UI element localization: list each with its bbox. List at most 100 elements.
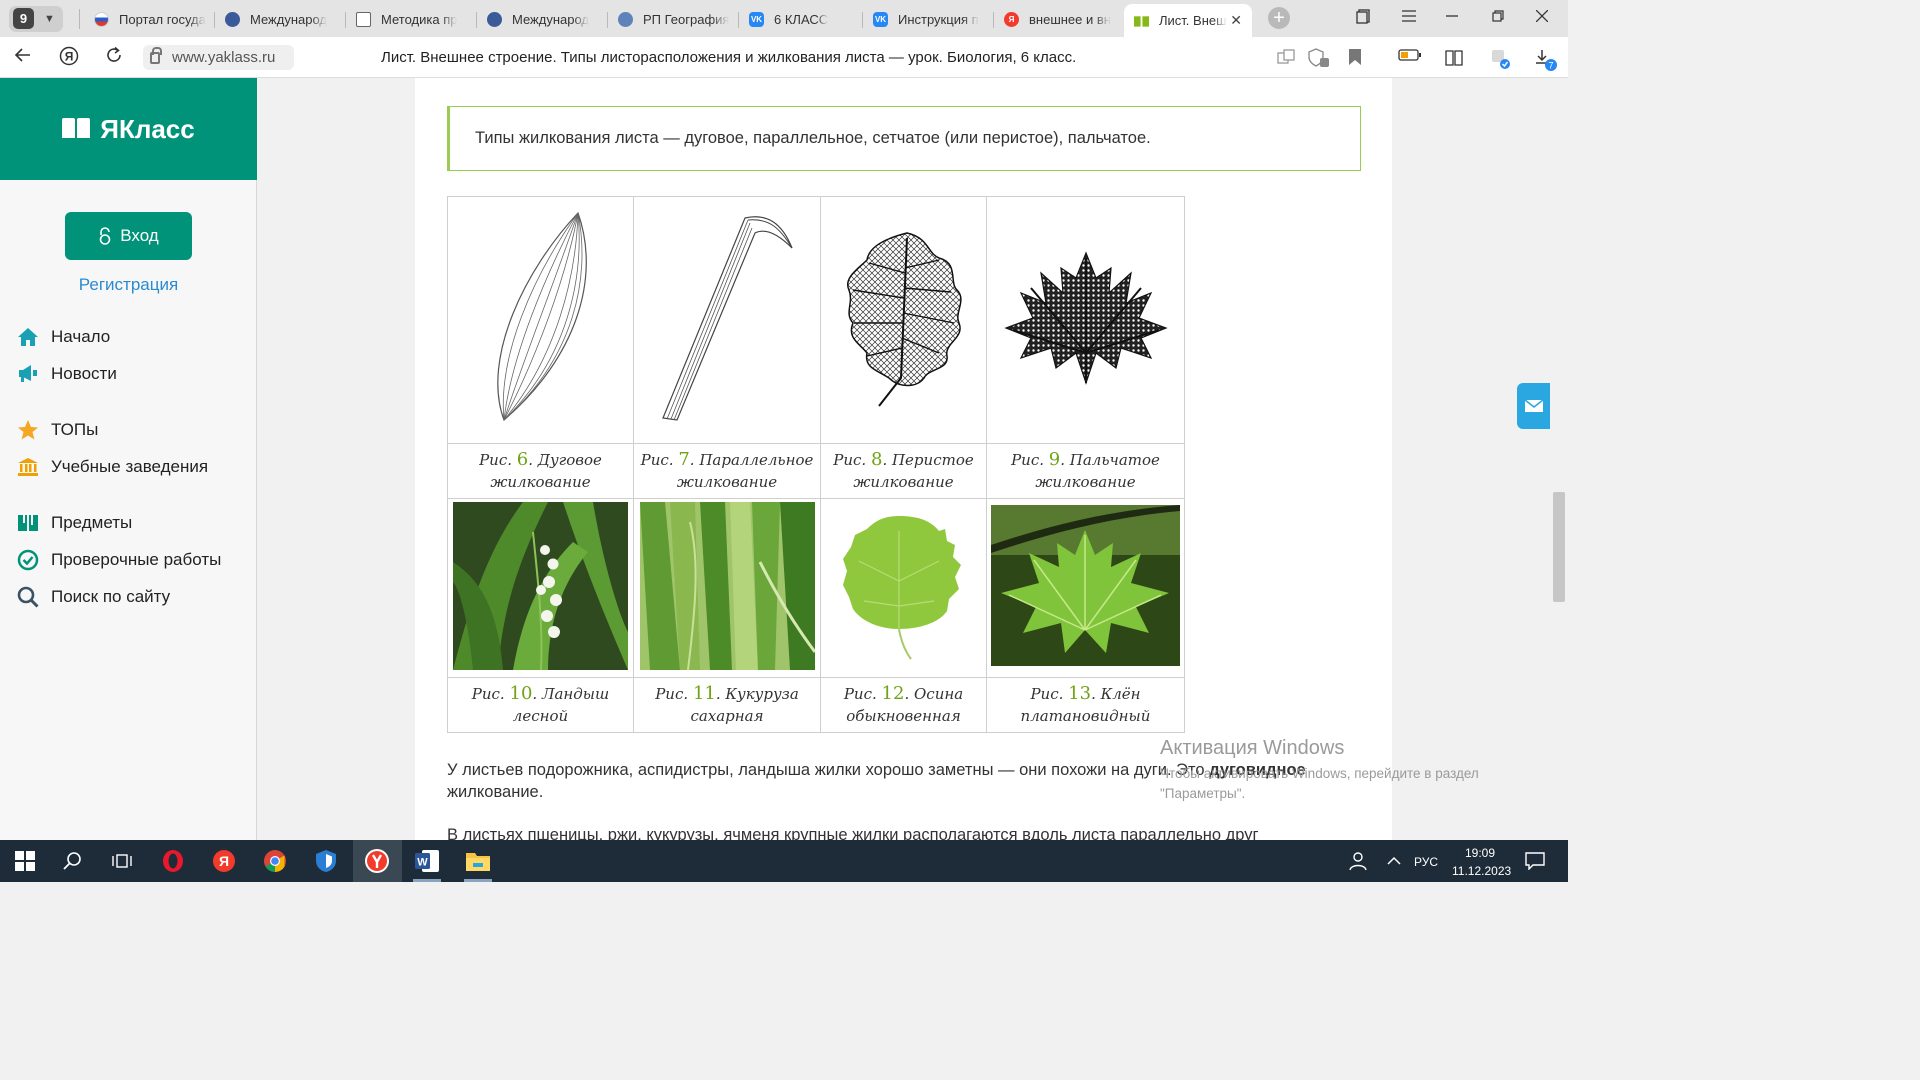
defender-shield-icon[interactable] — [313, 848, 339, 874]
photo-lily-of-the-valley — [447, 498, 634, 678]
opera-icon[interactable] — [160, 848, 186, 874]
palmate-leaf-drawing — [1003, 250, 1168, 385]
yandex-browser-icon[interactable]: Я — [211, 848, 237, 874]
tab-label: Лист. Внеш — [1159, 13, 1227, 28]
page-scrollbar[interactable] — [1550, 78, 1568, 840]
vk-favicon-icon: VK — [873, 12, 888, 27]
lily-photo-image — [453, 501, 628, 670]
yaklass-favicon-icon — [1134, 13, 1149, 28]
menu-item-tests[interactable]: Проверочные работы — [17, 549, 221, 571]
browser-tab[interactable]: VK Инструкция п — [863, 4, 994, 35]
menu-item-home[interactable]: Начало — [17, 326, 110, 348]
extension-icon[interactable] — [1490, 48, 1510, 69]
battery-icon[interactable] — [1398, 48, 1421, 66]
browser-tab-bar: 9 ▼ Портал госуда Международ Методика пр… — [0, 0, 1568, 37]
definition-callout: Типы жилкования листа — дуговое, паралле… — [447, 106, 1361, 171]
tab-counter-button[interactable]: 9 ▼ — [9, 5, 63, 32]
restore-button[interactable] — [1492, 9, 1504, 26]
tab-label: Портал госуда — [119, 12, 206, 27]
tab-label: Инструкция п — [898, 12, 979, 27]
login-button[interactable]: Вход — [65, 212, 192, 260]
menu-item-subjects[interactable]: Предметы — [17, 512, 132, 534]
tab-label: внешнее и вн — [1029, 12, 1111, 27]
windows-start-icon[interactable] — [12, 848, 38, 874]
url-field[interactable]: www.yaklass.ru — [143, 45, 294, 70]
bookmark-icon[interactable] — [1348, 48, 1366, 66]
notifications-icon[interactable] — [1522, 848, 1548, 874]
svg-text:Я: Я — [65, 50, 74, 64]
browser-tab[interactable]: РП География — [608, 4, 739, 35]
figure-caption: Рис. 11. Кукуруза сахарная — [633, 677, 821, 733]
clock-time[interactable]: 19:09 — [1465, 846, 1495, 860]
main-content-area: Типы жилкования листа — дуговое, паралле… — [257, 78, 1550, 840]
close-tab-icon[interactable]: ✕ — [1230, 12, 1242, 29]
browser-tab[interactable]: VK 6 КЛАСС — [739, 4, 863, 35]
tab-label: 6 КЛАСС — [774, 12, 829, 27]
collections-icon[interactable] — [1356, 9, 1371, 28]
feedback-mail-button[interactable] — [1517, 383, 1551, 429]
menu-label: Поиск по сайту — [51, 587, 171, 606]
reload-icon[interactable] — [105, 46, 123, 69]
back-arrow-icon[interactable] — [14, 46, 32, 69]
yandex-app-icon[interactable] — [364, 848, 390, 874]
pinnate-leaf-drawing — [846, 231, 962, 407]
chrome-icon[interactable] — [262, 848, 288, 874]
tab-label: Международ — [250, 12, 328, 27]
shield-icon[interactable] — [1308, 48, 1329, 67]
menu-item-tops[interactable]: ТОПы — [17, 419, 98, 441]
photo-aspen-leaf — [820, 498, 987, 678]
figure-caption: Рис. 7. Параллельное жилкование — [633, 443, 821, 499]
browser-tab[interactable]: Портал госуда — [84, 4, 215, 35]
word-icon[interactable]: W — [414, 848, 440, 874]
input-language[interactable]: РУС — [1414, 855, 1438, 869]
clock-date[interactable]: 11.12.2023 — [1452, 864, 1511, 878]
menu-icon[interactable] — [1402, 9, 1416, 26]
chevron-up-icon[interactable] — [1381, 848, 1407, 874]
book-logo-icon — [62, 118, 92, 140]
browser-tab-active[interactable]: Лист. Внеш ✕ — [1124, 4, 1252, 37]
menu-item-news[interactable]: Новости — [17, 363, 117, 385]
home-icon — [17, 326, 39, 348]
figure-caption: Рис. 9. Пальчатое жилкование — [986, 443, 1185, 499]
new-tab-button[interactable]: + — [1268, 7, 1290, 29]
corn-photo-image — [639, 501, 816, 670]
file-explorer-icon[interactable] — [465, 848, 491, 874]
translate-icon[interactable] — [1277, 48, 1295, 66]
browser-tab[interactable]: Методика пр — [346, 4, 477, 35]
menu-item-schools[interactable]: Учебные заведения — [17, 456, 208, 478]
site-logo[interactable]: ЯКласс — [0, 78, 257, 180]
yandex-logo-icon[interactable]: Я — [59, 46, 79, 71]
news-icon — [17, 363, 39, 385]
minimize-button[interactable] — [1446, 9, 1458, 26]
search-icon — [17, 586, 39, 608]
search-icon[interactable] — [60, 848, 86, 874]
menu-label: Начало — [51, 327, 111, 346]
tab-count: 9 — [13, 8, 34, 29]
watermark-text: Чтобы активировать Windows, перейдите в … — [1160, 766, 1479, 801]
register-link[interactable]: Регистрация — [0, 275, 257, 295]
downloads-badge: 7 — [1548, 61, 1553, 71]
browser-tab[interactable]: Я внешнее и вн — [994, 4, 1125, 35]
people-icon[interactable] — [1345, 848, 1371, 874]
task-view-icon[interactable] — [109, 848, 135, 874]
photo-norway-maple — [986, 498, 1185, 678]
windows-activation-watermark: Активация Windows Чтобы активировать Win… — [1160, 737, 1520, 804]
figure-caption: Рис. 10. Ландыш лесной — [447, 677, 634, 733]
browser-tab[interactable]: Международ — [477, 4, 608, 35]
svg-text:W: W — [417, 857, 428, 869]
running-indicator — [413, 879, 441, 882]
document-favicon-icon — [356, 12, 371, 27]
windows-taskbar: Я W РУС 19:09 11.12.2023 — [0, 840, 1568, 882]
book-icon — [17, 512, 39, 534]
menu-label: Учебные заведения — [51, 457, 209, 476]
scrollbar-thumb[interactable] — [1553, 492, 1565, 602]
gosuslugi-favicon-icon — [94, 12, 109, 27]
menu-item-search[interactable]: Поиск по сайту — [17, 586, 170, 608]
figure-caption: Рис. 6. Дуговое жилкование — [447, 443, 634, 499]
vk-favicon-icon: VK — [749, 12, 764, 27]
downloads-icon[interactable]: 7 — [1534, 48, 1557, 71]
close-window-button[interactable] — [1535, 9, 1549, 26]
browser-tab[interactable]: Международ — [215, 4, 346, 35]
book-reader-icon[interactable] — [1444, 48, 1463, 66]
emblem-favicon-icon — [618, 12, 633, 27]
